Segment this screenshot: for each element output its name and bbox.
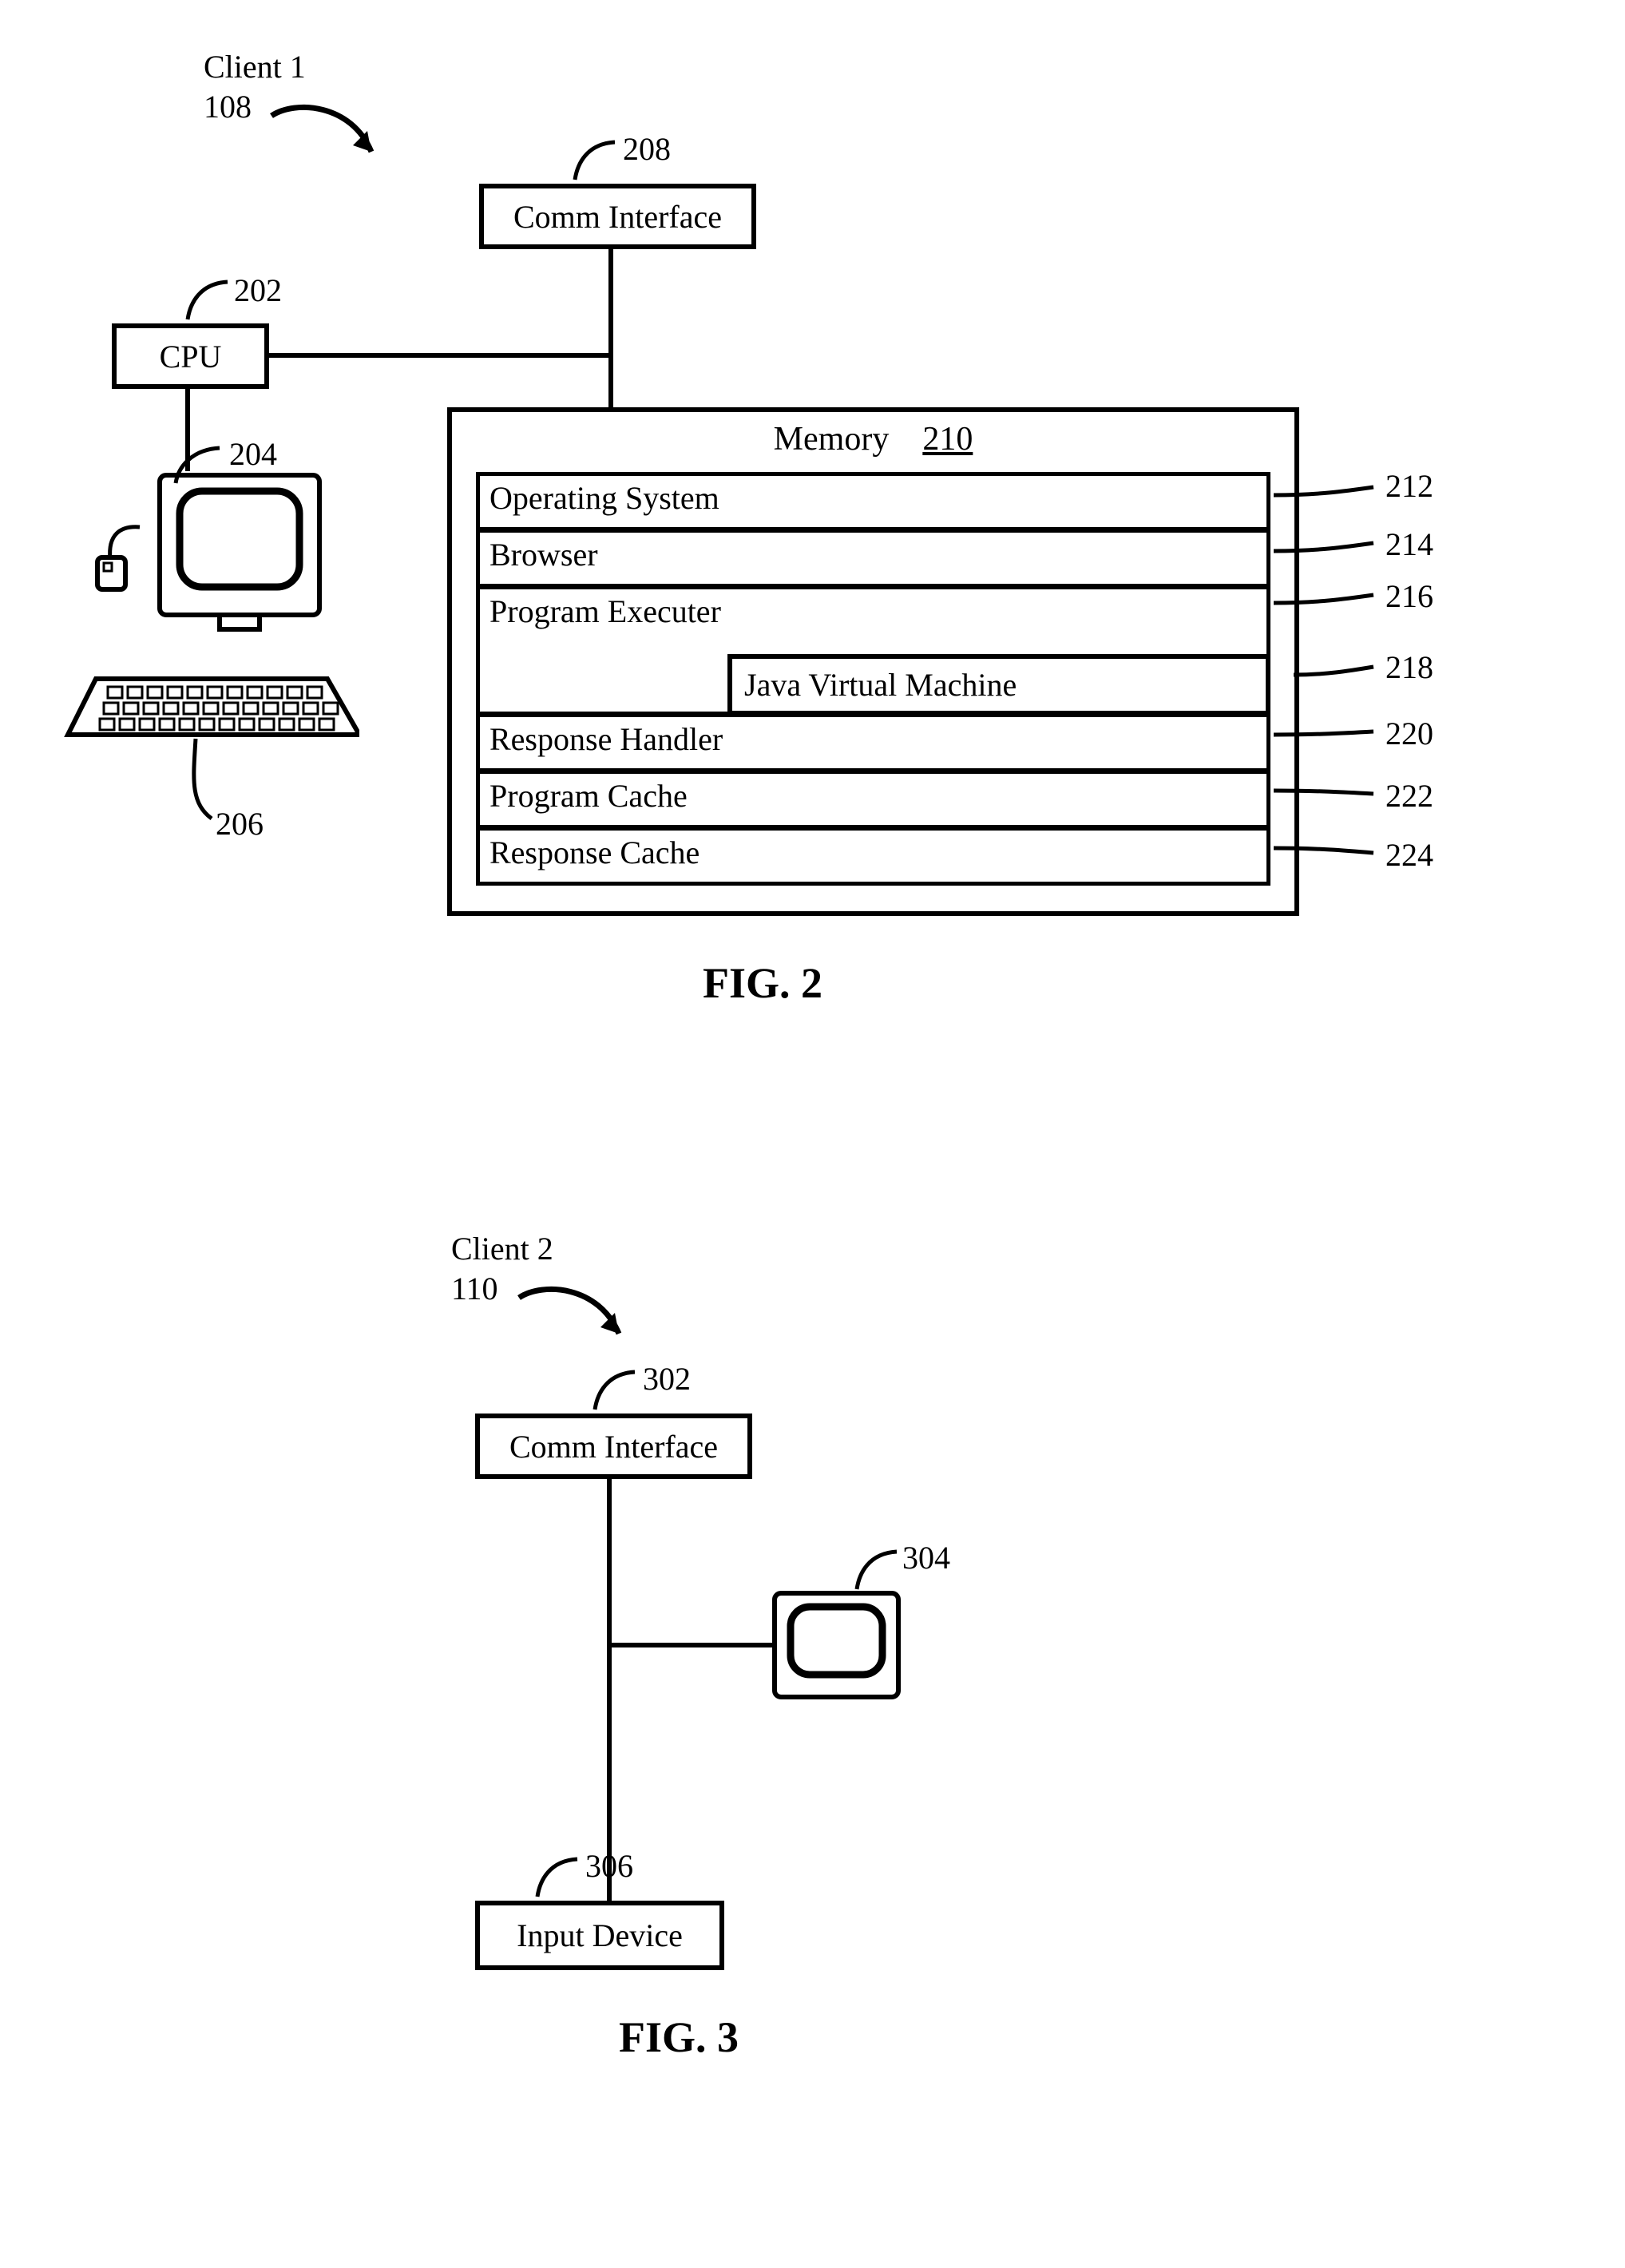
fig3-monitor-ref: 304 xyxy=(902,1539,950,1576)
fig3-caption: FIG. 3 xyxy=(619,2012,739,2062)
fig3-input-label: Input Device xyxy=(517,1917,683,1954)
fig3-bus-lines xyxy=(0,0,1625,2268)
fig3-input-ref: 306 xyxy=(585,1847,633,1885)
fig3-input-box: Input Device xyxy=(475,1901,724,1970)
fig3-monitor-icon xyxy=(771,1589,906,1717)
